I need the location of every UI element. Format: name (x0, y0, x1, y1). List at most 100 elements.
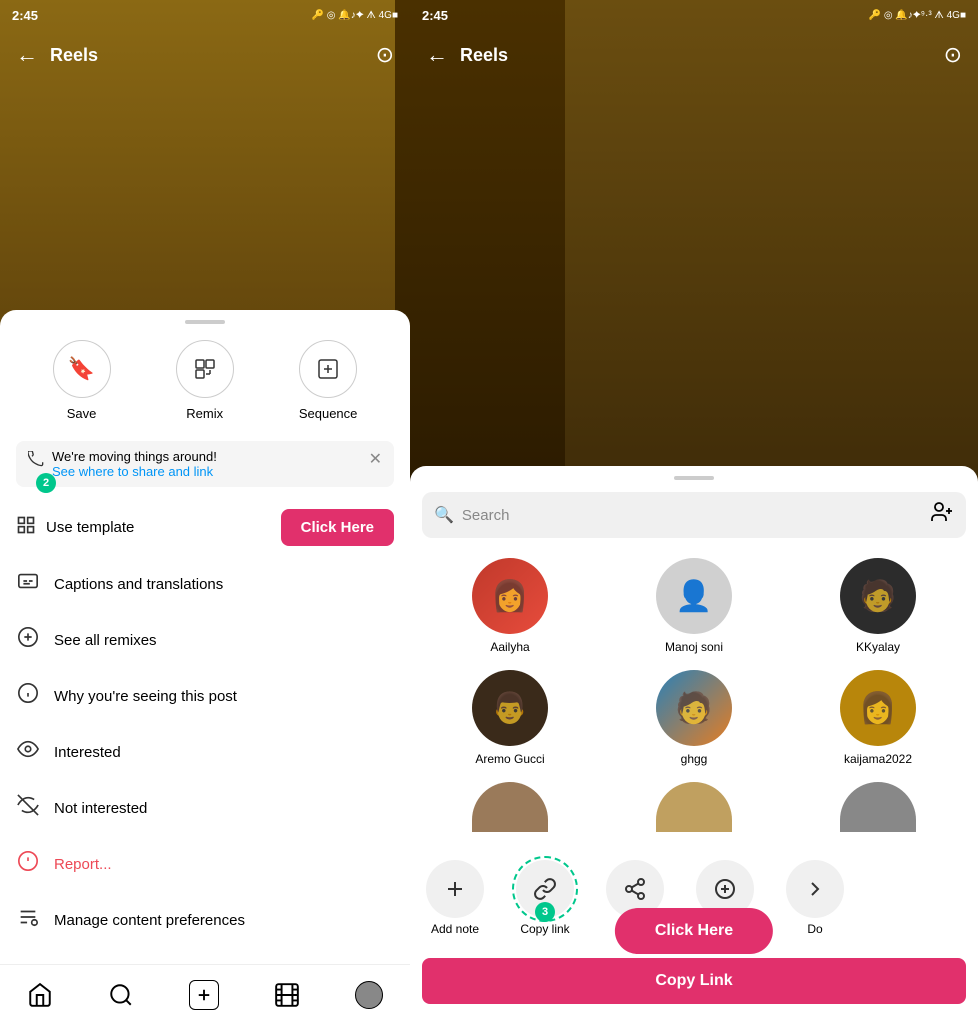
avatar-partial-2 (656, 782, 732, 832)
contact-manoj[interactable]: 👤 Manoj soni (602, 550, 786, 662)
tab-profile[interactable] (355, 981, 383, 1009)
menu-item-interested[interactable]: Interested (0, 724, 410, 780)
not-interested-icon (16, 794, 40, 822)
contact-aremo[interactable]: 👨 Aremo Gucci (418, 662, 602, 774)
remix-label: Remix (186, 406, 223, 421)
notification-close[interactable]: ✕ (369, 449, 382, 469)
search-placeholder[interactable]: Search (462, 507, 510, 524)
search-bar: 🔍 Search (422, 492, 966, 538)
contact-name-manoj: Manoj soni (665, 640, 723, 654)
contact-partial-2[interactable] (602, 774, 786, 846)
add-note-label: Add note (431, 922, 479, 936)
copy-link-label: Copy link (520, 922, 569, 936)
template-left: Use template (16, 515, 134, 541)
add-person-button[interactable] (930, 500, 954, 530)
save-label: Save (67, 406, 97, 421)
left-top-nav: ← Reels ⊙ (0, 30, 410, 80)
save-action[interactable]: 🔖 Save (53, 340, 111, 421)
copy-link-bottom-button[interactable]: Copy Link (422, 958, 966, 1004)
do-more-icon-wrap (786, 860, 844, 918)
menu-item-manage[interactable]: Manage content preferences (0, 892, 410, 948)
avatar-aremo: 👨 (472, 670, 548, 746)
sheet-handle-left (185, 320, 225, 324)
contact-ghgg[interactable]: 🧑 ghgg (602, 662, 786, 774)
why-text: Why you're seeing this post (54, 688, 237, 705)
menu-item-not-interested[interactable]: Not interested (0, 780, 410, 836)
remixes-text: See all remixes (54, 632, 157, 649)
avatar-kkyalay: 🧑 (840, 558, 916, 634)
manage-text: Manage content preferences (54, 912, 245, 929)
click-here-float-button[interactable]: Click Here (615, 908, 773, 954)
right-status-icons: 🔑 ◎ 🔔♪✦⁹·³ ᗑ 4G■ (869, 10, 966, 21)
remixes-icon (16, 626, 40, 654)
tab-search[interactable] (108, 982, 134, 1008)
template-text: Use template (46, 519, 134, 536)
left-bottom-sheet: 🔖 Save Remix (0, 310, 410, 964)
left-panel: 2:45 🔑 ◎ 🔔♪✦ ᗑ 4G■ ← Reels ⊙ 🔖 Save (0, 0, 410, 1024)
avatar-manoj: 👤 (656, 558, 732, 634)
captions-icon (16, 570, 40, 598)
left-status-icons: 🔑 ◎ 🔔♪✦ ᗑ 4G■ (312, 10, 398, 21)
notification-text: We're moving things around! (52, 449, 361, 464)
right-back-button[interactable]: ← (426, 42, 448, 68)
notification-link[interactable]: See where to share and link (52, 464, 361, 479)
left-signal-icons: 🔑 ◎ 🔔♪✦ ᗑ 4G■ (312, 10, 398, 21)
why-icon (16, 682, 40, 710)
sequence-circle (299, 340, 357, 398)
remix-circle (176, 340, 234, 398)
contact-partial-3[interactable] (786, 774, 970, 846)
back-button[interactable]: ← (16, 42, 38, 68)
do-more-action[interactable]: Do (770, 854, 860, 942)
copy-link-action[interactable]: Copy link 3 (500, 854, 590, 942)
report-icon (16, 850, 40, 878)
avatar-ghgg: 🧑 (656, 670, 732, 746)
notification-banner: We're moving things around! See where to… (16, 441, 394, 487)
camera-button-right[interactable]: ⊙ (944, 42, 962, 68)
report-text: Report... (54, 856, 112, 873)
left-status-bar: 2:45 🔑 ◎ 🔔♪✦ ᗑ 4G■ (0, 0, 410, 30)
avatar-aailyha: 👩 (472, 558, 548, 634)
right-status-bar: 2:45 🔑 ◎ 🔔♪✦⁹·³ ᗑ 4G■ (410, 0, 978, 30)
tab-reels[interactable] (274, 982, 300, 1008)
add-note-action[interactable]: Add note (410, 854, 500, 942)
do-more-label: Do (807, 922, 822, 936)
contact-name-kaijama: kaijama2022 (844, 752, 912, 766)
contact-name-aremo: Aremo Gucci (475, 752, 544, 766)
save-circle: 🔖 (53, 340, 111, 398)
left-nav-title: Reels (50, 45, 376, 66)
search-icon: 🔍 (434, 505, 454, 525)
badge-2: 2 (36, 473, 56, 493)
tab-add[interactable] (189, 980, 219, 1010)
contact-name-aailyha: Aailyha (490, 640, 529, 654)
contact-name-ghgg: ghgg (681, 752, 708, 766)
remix-action[interactable]: Remix (176, 340, 234, 421)
badge-3: 3 (535, 902, 555, 922)
contact-kkyalay[interactable]: 🧑 KKyalay (786, 550, 970, 662)
avatar-partial-1 (472, 782, 548, 832)
contact-kaijama[interactable]: 👩 kaijama2022 (786, 662, 970, 774)
menu-item-remixes[interactable]: See all remixes (0, 612, 410, 668)
avatar-partial-3 (840, 782, 916, 832)
captions-text: Captions and translations (54, 576, 223, 593)
right-nav-title: Reels (460, 45, 944, 66)
share-sheet-handle (674, 476, 714, 480)
menu-item-captions[interactable]: Captions and translations (0, 556, 410, 612)
sequence-action[interactable]: Sequence (299, 340, 358, 421)
right-status-time: 2:45 (422, 8, 448, 23)
menu-item-report[interactable]: Report... (0, 836, 410, 892)
avatar-kaijama: 👩 (840, 670, 916, 746)
interested-text: Interested (54, 744, 121, 761)
tab-home[interactable] (27, 982, 53, 1008)
contact-partial-1[interactable] (418, 774, 602, 846)
template-click-here-button[interactable]: Click Here (281, 509, 394, 546)
menu-item-why[interactable]: Why you're seeing this post (0, 668, 410, 724)
not-interested-text: Not interested (54, 800, 147, 817)
contact-name-kkyalay: KKyalay (856, 640, 900, 654)
contacts-grid: 👩 Aailyha 👤 Manoj soni 🧑 KKyalay 👨 (410, 550, 978, 846)
camera-button-left[interactable]: ⊙ (376, 42, 394, 68)
left-status-time: 2:45 (12, 8, 38, 23)
contact-aailyha[interactable]: 👩 Aailyha (418, 550, 602, 662)
add-note-icon-wrap (426, 860, 484, 918)
template-row: Use template Click Here (0, 499, 410, 556)
notification-icon (28, 451, 44, 472)
